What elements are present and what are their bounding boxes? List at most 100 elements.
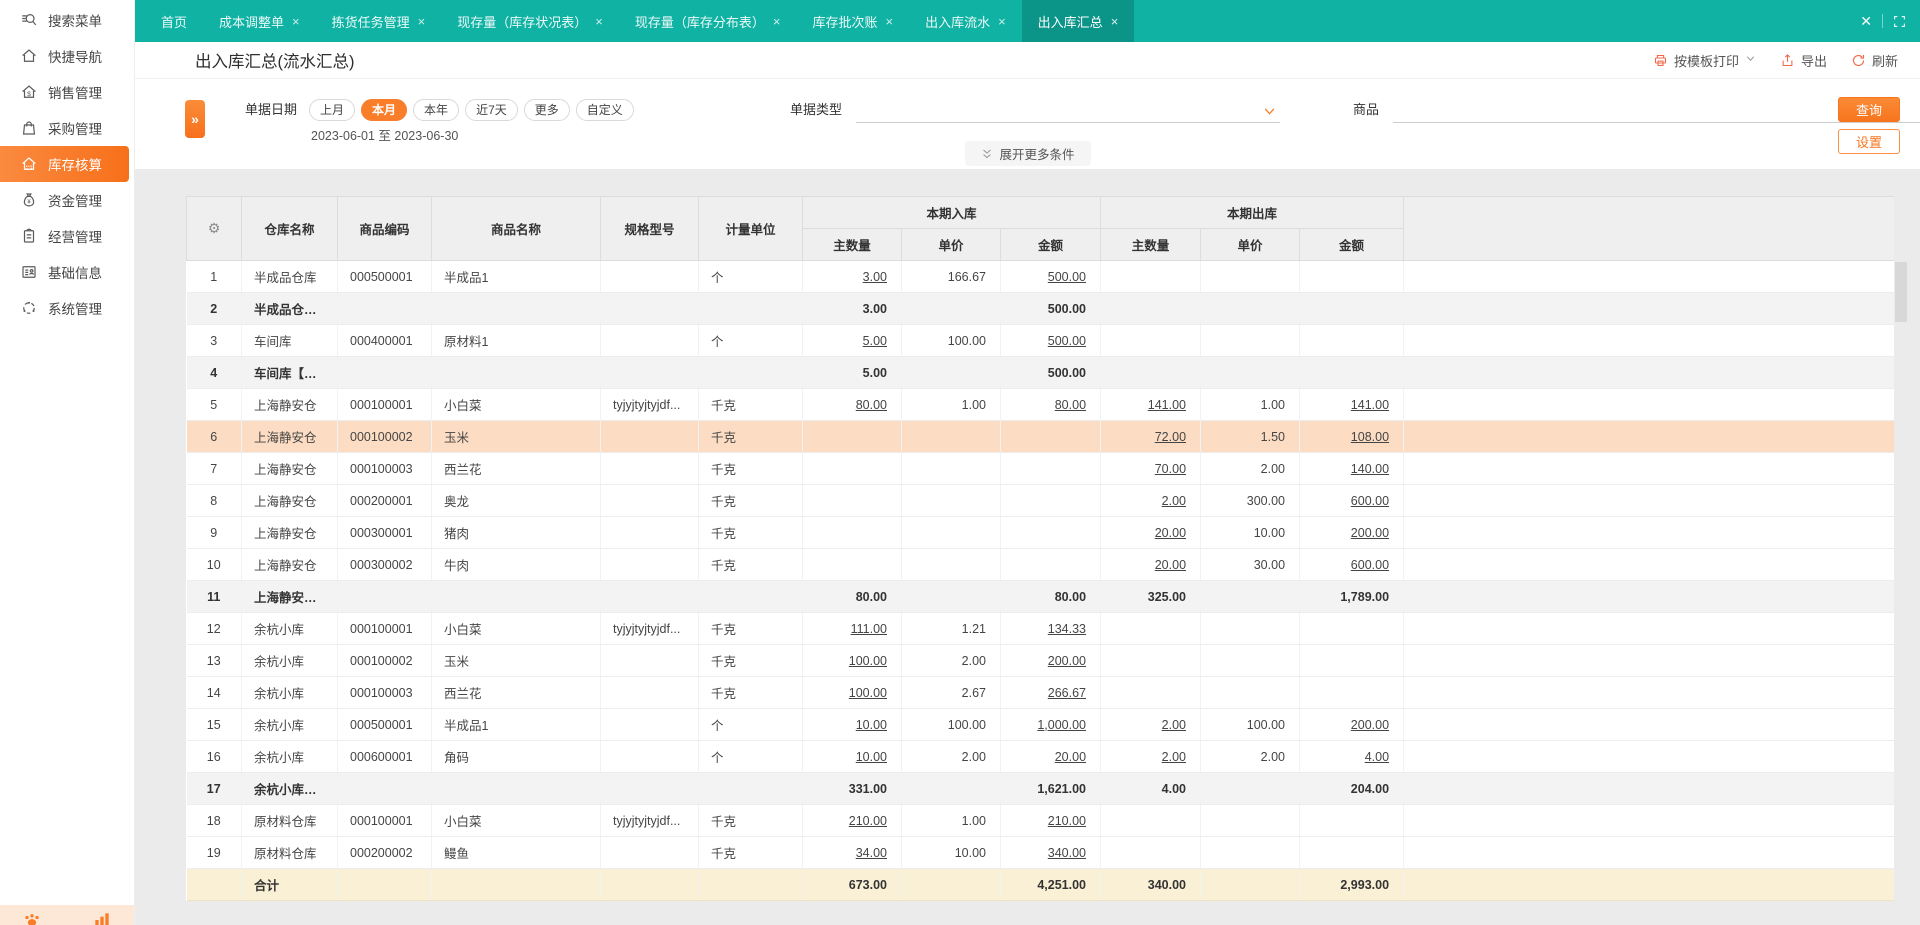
close-tab-icon[interactable]: ×: [292, 14, 300, 29]
drill-down-link[interactable]: 72.00: [1155, 430, 1186, 444]
drill-down-link[interactable]: 20.00: [1055, 750, 1086, 764]
refresh-button[interactable]: 刷新: [1851, 51, 1898, 70]
table-row[interactable]: 8 上海静安仓 000200001 奥龙 千克 2.00 300.00 600.00: [186, 484, 1894, 517]
col-header-in-qty[interactable]: 主数量: [802, 228, 902, 261]
drill-down-link[interactable]: 20.00: [1155, 526, 1186, 540]
scrollbar-thumb[interactable]: [1895, 262, 1907, 322]
sidebar-item-purchase[interactable]: 采购管理: [0, 110, 134, 146]
close-tab-icon[interactable]: ×: [998, 14, 1006, 29]
drill-down-link[interactable]: 5.00: [863, 334, 887, 348]
date-pill[interactable]: 上月: [309, 99, 356, 121]
drill-down-link[interactable]: 340.00: [1048, 846, 1086, 860]
sidebar-item-system[interactable]: 系统管理: [0, 290, 134, 326]
table-row[interactable]: 10 上海静安仓 000300002 牛肉 千克 20.00 30.00 600.00: [186, 548, 1894, 581]
table-row[interactable]: 3 车间库 000400001 原材料1 个 5.00 100.00 500.00: [186, 324, 1894, 357]
tab-inout-flow[interactable]: 出入库流水 ×: [909, 0, 1022, 42]
print-by-template-button[interactable]: 按模板打印: [1653, 51, 1739, 70]
col-header-in-price[interactable]: 单价: [901, 228, 1001, 261]
table-row[interactable]: 7 上海静安仓 000100003 西兰花 千克 70.00 2.00 140.00: [186, 452, 1894, 485]
export-button[interactable]: 导出: [1780, 51, 1827, 70]
drill-down-link[interactable]: 80.00: [856, 398, 887, 412]
drill-down-link[interactable]: 10.00: [856, 718, 887, 732]
doc-type-select[interactable]: [856, 99, 1280, 123]
drill-down-link[interactable]: 200.00: [1351, 718, 1389, 732]
sidebar-item-operations[interactable]: 经营管理: [0, 218, 134, 254]
tab-stock-distribution[interactable]: 现存量（库存分布表） ×: [619, 0, 797, 42]
print-options-chevron-icon[interactable]: [1745, 51, 1756, 69]
table-row[interactable]: 9 上海静安仓 000300001 猪肉 千克 20.00 10.00 200.00: [186, 516, 1894, 549]
column-settings-icon[interactable]: ⚙: [208, 220, 221, 236]
tab-home[interactable]: 首页: [145, 0, 203, 42]
paw-icon[interactable]: [22, 910, 42, 925]
drill-down-link[interactable]: 100.00: [849, 686, 887, 700]
drill-down-link[interactable]: 2.00: [1162, 494, 1186, 508]
col-header-in-amount[interactable]: 金额: [999, 228, 1102, 261]
close-all-tabs-icon[interactable]: ✕: [1860, 13, 1872, 30]
date-pill[interactable]: 本年: [413, 99, 460, 121]
tab-inventory-batch[interactable]: 库存批次账 ×: [796, 0, 909, 42]
table-row[interactable]: 13 余杭小库 000100002 玉米 千克 100.00 2.00 200.00: [186, 644, 1894, 677]
close-tab-icon[interactable]: ×: [885, 14, 893, 29]
close-tab-icon[interactable]: ×: [595, 14, 603, 29]
sidebar-item-funds[interactable]: ¥ 资金管理: [0, 182, 134, 218]
drill-down-link[interactable]: 500.00: [1048, 270, 1086, 284]
drill-down-link[interactable]: 2.00: [1162, 750, 1186, 764]
table-row[interactable]: 18 原材料仓库 000100001 小白菜 tyjyjtyjtyjdf... 千克 210…: [186, 804, 1894, 837]
date-pill[interactable]: 自定义: [575, 99, 634, 121]
tab-cost-adjustment[interactable]: 成本调整单 ×: [203, 0, 316, 42]
sidebar-item-sales[interactable]: $ 销售管理: [0, 74, 134, 110]
tab-inout-summary[interactable]: 出入库汇总 ×: [1021, 0, 1135, 42]
sidebar-item-quick-nav[interactable]: 快捷导航: [0, 38, 134, 74]
drill-down-link[interactable]: 4.00: [1365, 750, 1389, 764]
drill-down-link[interactable]: 100.00: [849, 654, 887, 668]
drill-down-link[interactable]: 108.00: [1351, 430, 1389, 444]
close-tab-icon[interactable]: ×: [418, 14, 426, 29]
search-button[interactable]: 查询: [1838, 97, 1900, 122]
drill-down-link[interactable]: 80.00: [1055, 398, 1086, 412]
drill-down-link[interactable]: 266.67: [1048, 686, 1086, 700]
table-row[interactable]: 15 余杭小库 000500001 半成品1 个 10.00 100.00 1,000.00 2…: [186, 708, 1894, 741]
col-header-out-price[interactable]: 单价: [1200, 228, 1301, 261]
table-row[interactable]: 6 上海静安仓 000100002 玉米 千克 72.00 1.50 108.00: [186, 420, 1894, 453]
close-tab-icon[interactable]: ×: [773, 14, 781, 29]
drill-down-link[interactable]: 2.00: [1162, 718, 1186, 732]
chevron-down-icon[interactable]: [1263, 105, 1276, 118]
table-row[interactable]: 11 上海静安仓... 80.00 80.00 325.00 1,789.00: [186, 580, 1894, 613]
fullscreen-icon[interactable]: [1893, 15, 1906, 28]
table-row[interactable]: 2 半成品仓库... 3.00 500.00: [186, 292, 1894, 325]
col-header-name[interactable]: 商品名称: [431, 196, 601, 261]
drill-down-link[interactable]: 34.00: [856, 846, 887, 860]
close-tab-icon[interactable]: ×: [1111, 14, 1119, 29]
expand-more-button[interactable]: 展开更多条件: [964, 141, 1091, 166]
drill-down-link[interactable]: 210.00: [1048, 814, 1086, 828]
table-row[interactable]: 17 余杭小库【... 331.00 1,621.00 4.00 204.00: [186, 772, 1894, 805]
table-row[interactable]: 5 上海静安仓 000100001 小白菜 tyjyjtyjtyjdf... 千克 80.0…: [186, 388, 1894, 421]
drill-down-link[interactable]: 20.00: [1155, 558, 1186, 572]
drill-down-link[interactable]: 210.00: [849, 814, 887, 828]
collapse-filter-button[interactable]: »: [185, 100, 205, 138]
chart-icon[interactable]: [92, 910, 112, 925]
drill-down-link[interactable]: 1,000.00: [1037, 718, 1086, 732]
drill-down-link[interactable]: 141.00: [1148, 398, 1186, 412]
drill-down-link[interactable]: 10.00: [856, 750, 887, 764]
date-pill[interactable]: 近7天: [465, 99, 518, 121]
col-header-unit[interactable]: 计量单位: [698, 196, 803, 261]
table-row[interactable]: 19 原材料仓库 000200002 鳗鱼 千克 34.00 10.00 340.00: [186, 836, 1894, 869]
drill-down-link[interactable]: 200.00: [1048, 654, 1086, 668]
drill-down-link[interactable]: 141.00: [1351, 398, 1389, 412]
tab-picking-task[interactable]: 拣货任务管理 ×: [316, 0, 442, 42]
date-range-value[interactable]: 2023-06-01 至 2023-06-30: [311, 125, 634, 144]
table-row[interactable]: 14 余杭小库 000100003 西兰花 千克 100.00 2.67 266.67: [186, 676, 1894, 709]
tab-stock-status[interactable]: 现存量（库存状况表） ×: [441, 0, 619, 42]
date-pill[interactable]: 本月: [361, 99, 408, 121]
col-header-out-amount[interactable]: 金额: [1299, 228, 1405, 261]
table-row[interactable]: 12 余杭小库 000100001 小白菜 tyjyjtyjtyjdf... 千克 111.…: [186, 612, 1894, 645]
drill-down-link[interactable]: 70.00: [1155, 462, 1186, 476]
sidebar-item-inventory-accounting[interactable]: 库存核算: [0, 146, 129, 182]
drill-down-link[interactable]: 200.00: [1351, 526, 1389, 540]
sidebar-item-search-menu[interactable]: 搜索菜单: [0, 2, 134, 38]
drill-down-link[interactable]: 140.00: [1351, 462, 1389, 476]
table-row[interactable]: 4 车间库【小... 5.00 500.00: [186, 356, 1894, 389]
table-total-row[interactable]: 合计 673.00 4,251.00 340.00 2,993.00: [186, 868, 1894, 901]
drill-down-link[interactable]: 600.00: [1351, 494, 1389, 508]
